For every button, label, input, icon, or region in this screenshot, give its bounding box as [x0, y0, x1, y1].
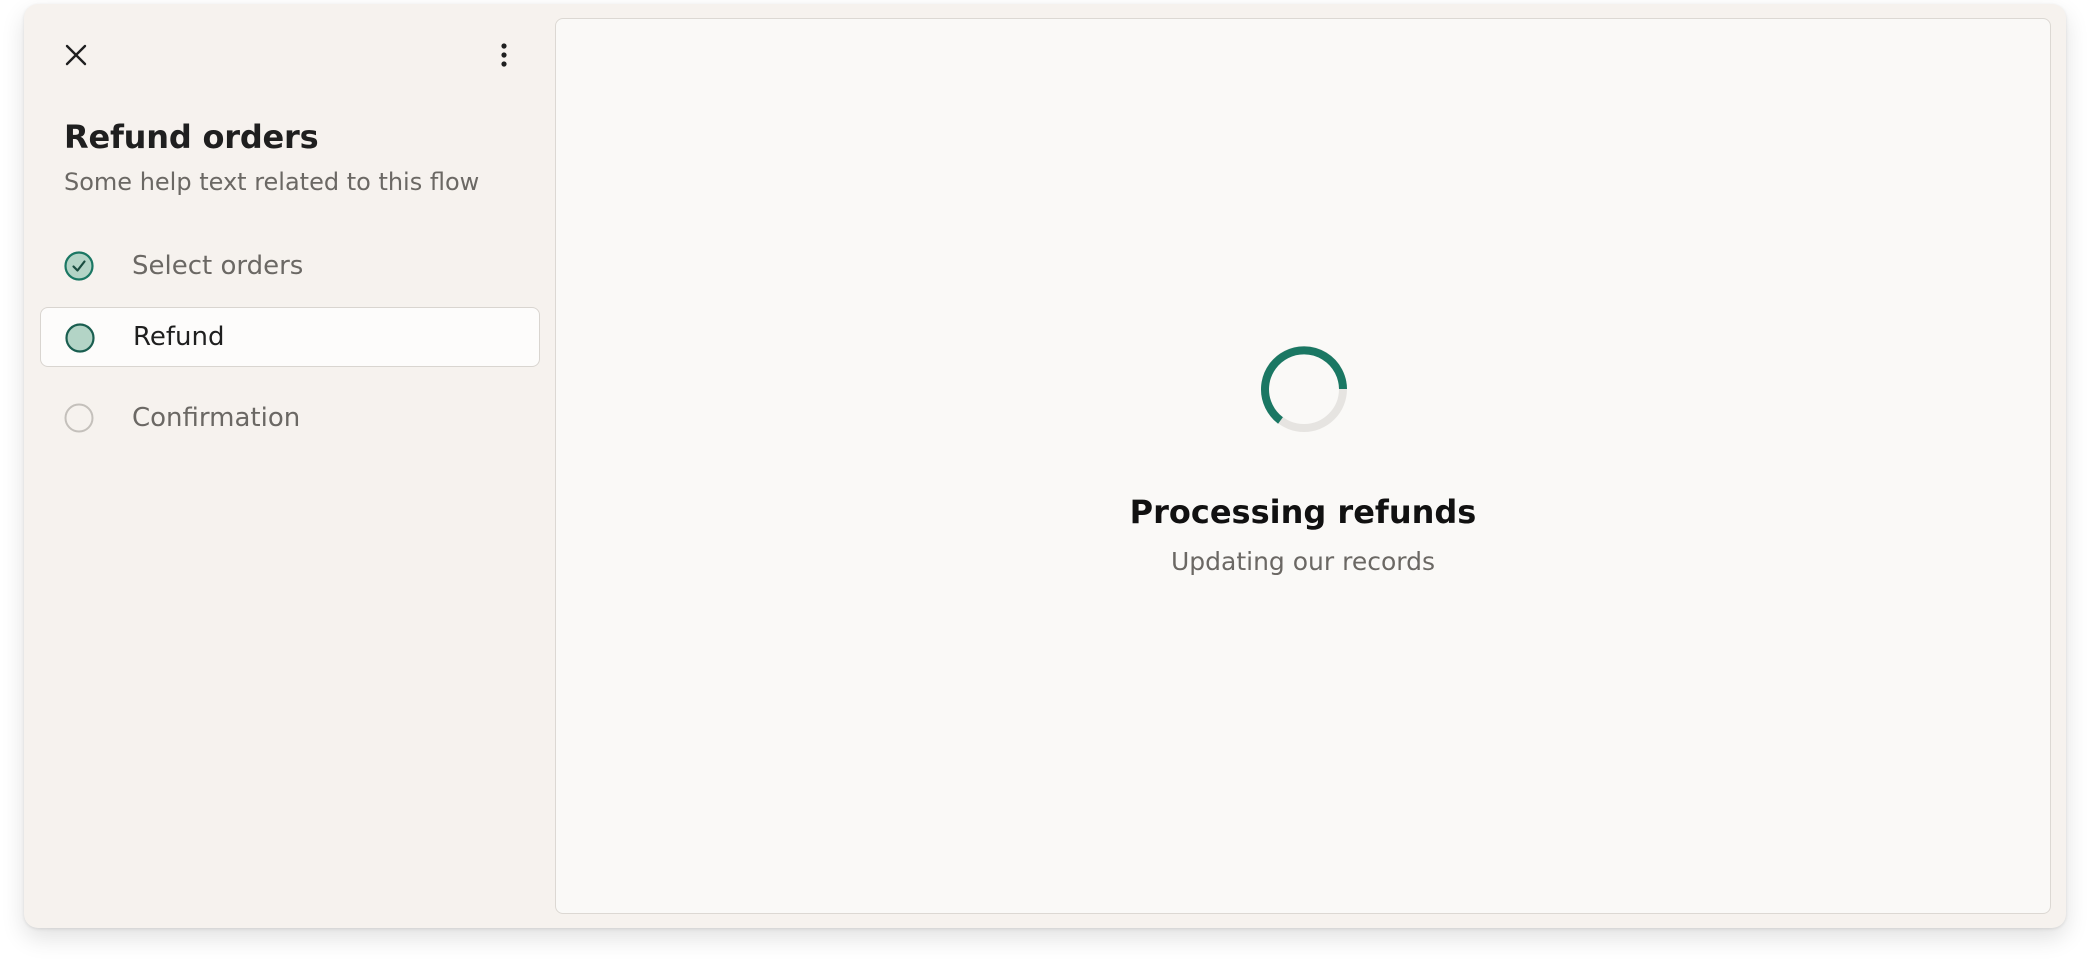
current-step-icon	[65, 323, 95, 353]
check-circle-icon	[64, 251, 94, 281]
close-icon	[65, 44, 87, 66]
step-confirmation[interactable]: Confirmation	[40, 388, 540, 448]
step-select-orders[interactable]: Select orders	[40, 236, 540, 296]
step-label: Refund	[133, 322, 225, 352]
status-subtitle: Updating our records	[1170, 547, 1435, 576]
status-title: Processing refunds	[1129, 493, 1477, 531]
help-text: Some help text related to this flow	[64, 168, 480, 196]
main-content: Processing refunds Updating our records	[555, 18, 2051, 914]
more-options-button[interactable]	[484, 35, 524, 75]
more-vertical-icon	[501, 43, 507, 67]
loading-spinner-icon	[1261, 346, 1347, 432]
refund-dialog: Refund orders Some help text related to …	[24, 4, 2066, 928]
page-title: Refund orders	[64, 118, 319, 156]
empty-circle-icon	[64, 403, 94, 433]
step-refund[interactable]: Refund	[40, 307, 540, 367]
close-button[interactable]	[56, 35, 96, 75]
sidebar: Refund orders Some help text related to …	[24, 4, 556, 928]
step-label: Select orders	[132, 251, 304, 281]
step-label: Confirmation	[132, 403, 301, 433]
